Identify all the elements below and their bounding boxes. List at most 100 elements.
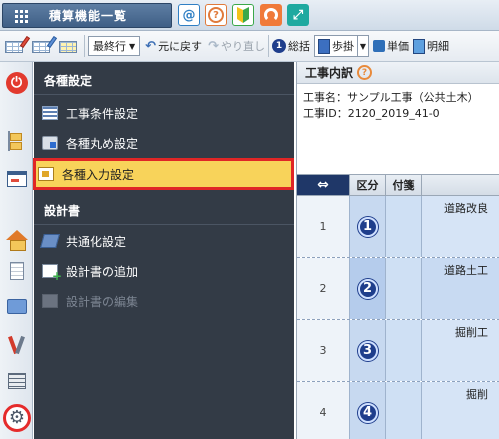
document-icon (9, 261, 24, 280)
home-button[interactable] (4, 222, 29, 251)
folder-button[interactable] (4, 294, 29, 319)
power-icon: ⏻ (5, 71, 28, 94)
undo-label: 元に戻す (158, 40, 203, 53)
construction-breakdown-panel: 工事内訳 ? 工事名：サンプル工事（公共土木） 工事ID：2120_2019_4… (296, 62, 499, 439)
detail-label: 明細 (426, 40, 449, 53)
level-badge: 2 (357, 278, 378, 299)
menu-item-input-settings[interactable]: 各種入力設定 (33, 158, 294, 190)
main-toolbar: 最終行 ▼ ↶ 元に戻す ↷ やり直し 1 総括 歩掛 ▼ 単価 明細 (0, 31, 499, 62)
sticky-note-cell[interactable] (385, 196, 421, 257)
support-headset-icon[interactable] (260, 4, 282, 26)
folder-icon (6, 299, 27, 314)
step-split-button[interactable]: 歩掛 ▼ (313, 35, 369, 57)
sticky-note-cell[interactable] (385, 258, 421, 319)
settings-button[interactable]: ⚙ (3, 404, 31, 432)
toolbar-divider (84, 35, 85, 57)
tree-icon (7, 130, 26, 151)
summary-badge: 1 (271, 39, 286, 53)
input-settings-icon (38, 167, 54, 181)
project-name: 工事名：サンプル工事（公共土木） (303, 91, 479, 104)
print-button[interactable] (4, 368, 29, 393)
kubun-cell[interactable]: 1 (349, 196, 385, 257)
menu-item-construction-conditions[interactable]: 工事条件設定 (40, 100, 288, 126)
kubun-cell[interactable]: 3 (349, 320, 385, 381)
row-position-select[interactable]: 最終行 ▼ (88, 36, 141, 56)
item-name[interactable]: 掘削工 (421, 320, 499, 381)
step-label: 歩掛 (331, 40, 354, 53)
document-button[interactable] (4, 258, 29, 283)
top-bar: 積算機能一覧 @ ? ⤢ (0, 0, 499, 31)
help-button[interactable]: ? (205, 4, 227, 26)
menu-item-label: 設計書の追加 (66, 264, 139, 279)
detail-book-icon (412, 38, 425, 54)
window-button[interactable] (4, 166, 29, 191)
sticky-note-cell[interactable] (385, 382, 421, 439)
section-general-settings: 各種設定 (44, 74, 93, 88)
item-name[interactable]: 道路改良 (421, 196, 499, 257)
sticky-note-cell[interactable] (385, 320, 421, 381)
kubun-cell[interactable]: 4 (349, 382, 385, 439)
step-button[interactable]: 歩掛 (315, 36, 358, 56)
beginner-mark-icon[interactable] (232, 4, 254, 26)
menu-item-rounding-settings[interactable]: 各種丸め設定 (40, 130, 288, 156)
print-icon (7, 372, 26, 389)
menu-item-edit-design-document: 設計書の編集 (40, 288, 288, 314)
unit-price-icon (372, 40, 385, 52)
table-row[interactable]: 1 1 道路改良 (297, 196, 499, 258)
level-badge: 1 (357, 216, 378, 237)
table-row[interactable]: 4 4 掘削 (297, 382, 499, 439)
level-badge: 4 (357, 402, 378, 423)
book-icon (317, 38, 330, 54)
chevron-down-icon[interactable]: ▼ (358, 42, 368, 51)
unit-price-label: 単価 (386, 40, 409, 53)
menu-item-label: 設計書の編集 (66, 294, 139, 309)
summary-button[interactable]: 1 総括 (271, 38, 310, 54)
column-header-kubun[interactable]: 区分 (349, 175, 385, 195)
grid-header: ⇔ 区分 付箋 (297, 174, 499, 196)
unit-price-button[interactable]: 単価 (372, 38, 409, 54)
expand-window-icon[interactable]: ⤢ (287, 4, 309, 26)
item-name[interactable]: 掘削 (421, 382, 499, 439)
row-number: 3 (297, 320, 349, 381)
column-header-sticky-note[interactable]: 付箋 (385, 175, 421, 195)
chevron-down-icon: ▼ (129, 41, 136, 51)
home-icon (5, 229, 28, 251)
table-row[interactable]: 3 3 掘削工 (297, 320, 499, 382)
undo-button[interactable]: ↶ 元に戻す (145, 38, 202, 54)
item-name[interactable]: 道路土工 (421, 258, 499, 319)
menu-item-label: 共通化設定 (66, 234, 127, 249)
panel-header: 工事内訳 ? (297, 62, 499, 84)
kubun-cell[interactable]: 2 (349, 258, 385, 319)
project-id: 工事ID：2120_2019_41-0 (303, 107, 440, 120)
redo-label: やり直し (220, 40, 265, 53)
tools-button[interactable] (4, 332, 29, 357)
edit-document-icon (42, 294, 58, 308)
help-icon[interactable]: ? (357, 65, 373, 80)
sheet-edit-icon[interactable] (3, 35, 31, 57)
row-number: 1 (297, 196, 349, 257)
swap-columns-button[interactable]: ⇔ (297, 175, 349, 195)
table-row[interactable]: 2 2 道路土工 (297, 258, 499, 320)
tools-icon (8, 336, 26, 354)
add-document-icon (42, 264, 62, 283)
sheet-yellow-icon[interactable] (57, 35, 81, 57)
common-icon (40, 234, 60, 248)
grid-menu-icon (15, 9, 29, 23)
menu-item-common-settings[interactable]: 共通化設定 (40, 228, 288, 254)
window-icon (6, 170, 27, 187)
tree-view-button[interactable] (4, 128, 29, 153)
level-badge: 3 (357, 340, 378, 361)
sheet-pen-icon[interactable] (30, 35, 58, 57)
detail-button[interactable]: 明細 (412, 38, 449, 54)
left-icon-rail: ⏻ ⚙ (0, 62, 33, 439)
row-number: 4 (297, 382, 349, 439)
summary-label: 総括 (287, 40, 310, 53)
feature-list-button[interactable]: 積算機能一覧 (2, 3, 172, 28)
email-at-icon[interactable]: @ (178, 4, 200, 26)
menu-item-add-design-document[interactable]: 設計書の追加 (40, 258, 288, 284)
toolbar-divider (267, 35, 269, 57)
undo-icon: ↶ (145, 38, 157, 54)
power-button[interactable]: ⏻ (4, 70, 29, 95)
redo-button[interactable]: ↷ やり直し (208, 38, 265, 54)
list-icon (42, 106, 58, 120)
